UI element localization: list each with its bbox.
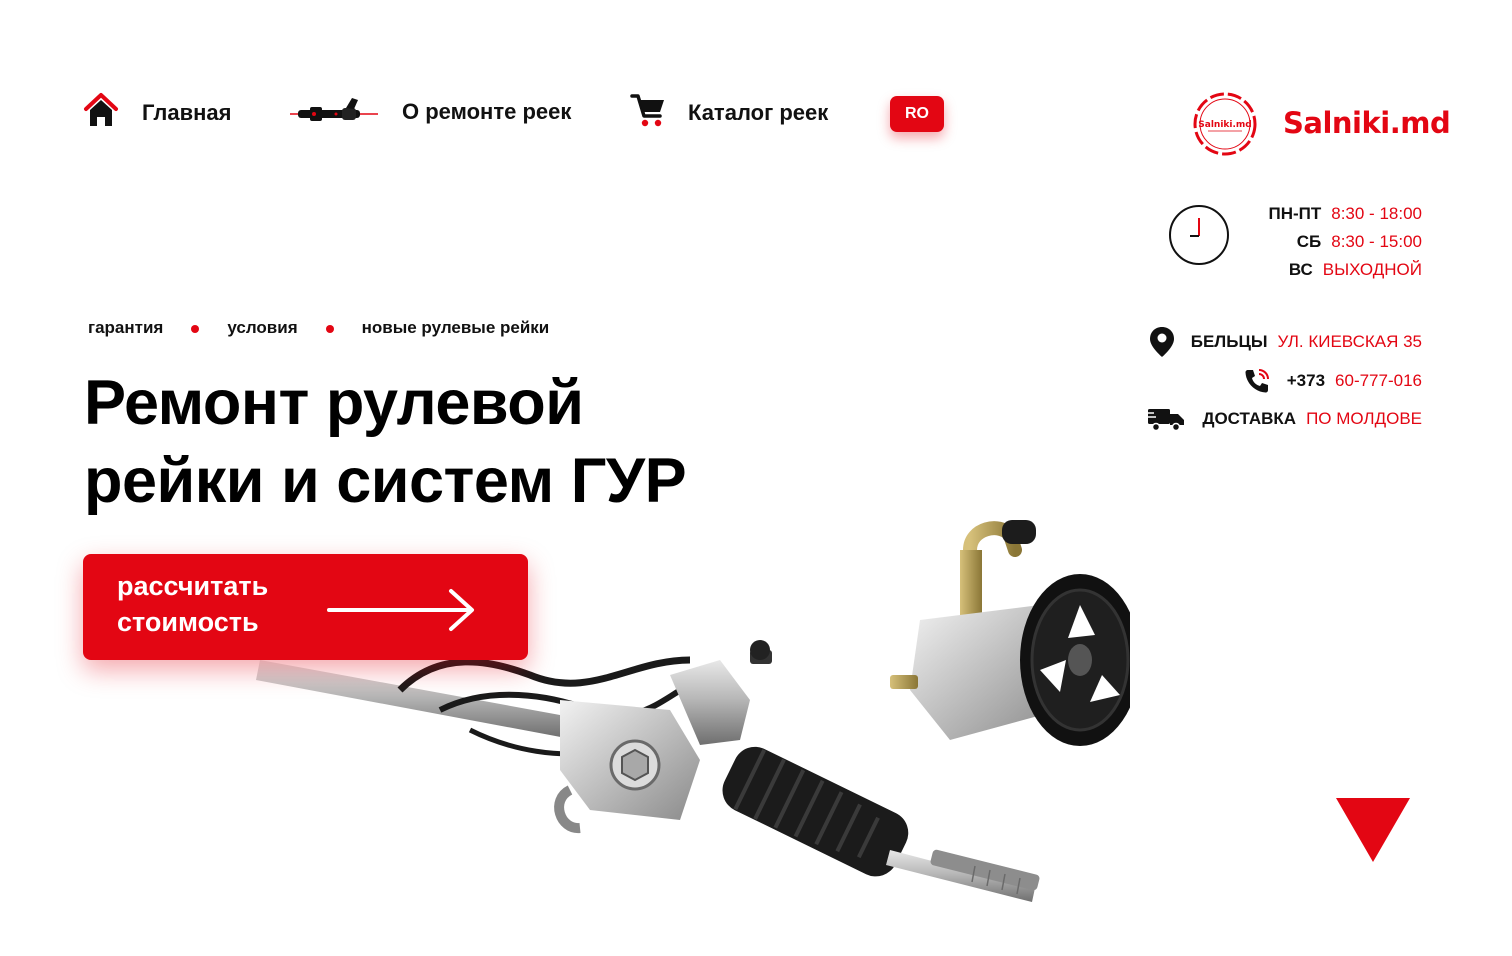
logo-text[interactable]: Salniki.md — [1283, 106, 1451, 140]
calculate-cost-button[interactable]: рассчитать стоимость — [83, 554, 528, 660]
cta-label-line: стоимость — [117, 607, 259, 637]
hours-day: ВС — [1288, 260, 1313, 279]
triangle-down-icon[interactable] — [1336, 798, 1410, 862]
hero-title-line: рейки и систем ГУР — [84, 446, 687, 516]
hours-time: ВЫХОДНОЙ — [1322, 260, 1422, 279]
cart-icon — [630, 92, 666, 133]
address-value: УЛ. КИЕВСКАЯ 35 — [1277, 332, 1423, 351]
hours-row: ПН-ПТ 8:30 - 18:00 — [1268, 200, 1422, 228]
tag-separator — [191, 325, 200, 333]
contact-delivery: ДОСТАВКА ПО МОЛДОВЕ — [1146, 406, 1422, 432]
hours-day: СБ — [1296, 232, 1322, 251]
nav-catalog-label: Каталог реек — [688, 99, 829, 125]
language-switch-button[interactable]: RO — [890, 96, 944, 132]
cta-label-line: рассчитать — [117, 571, 269, 601]
nav-repair-label: О ремонте реек — [402, 98, 572, 124]
logo-badge[interactable]: Salniki.md — [1192, 91, 1258, 157]
clock-icon — [1168, 204, 1230, 266]
hero-title-line: Ремонт рулевой — [84, 368, 584, 438]
tag-item[interactable]: гарантия — [88, 318, 163, 338]
cta-label: рассчитать стоимость — [117, 568, 317, 640]
hours-time: 8:30 - 18:00 — [1331, 204, 1422, 223]
delivery-truck-icon — [1146, 406, 1186, 432]
phone-icon — [1243, 367, 1271, 395]
steering-rack-icon — [288, 92, 380, 131]
working-hours: ПН-ПТ 8:30 - 18:00 СБ 8:30 - 15:00 ВС ВЫ… — [1268, 200, 1422, 284]
logo-badge-text: Salniki.md — [1198, 120, 1251, 130]
hours-day: ПН-ПТ — [1268, 204, 1322, 223]
tag-item[interactable]: условия — [227, 318, 297, 338]
home-icon — [82, 92, 120, 133]
nav-catalog-link[interactable]: Каталог реек — [630, 92, 828, 133]
delivery-label: ДОСТАВКА — [1202, 409, 1297, 428]
location-pin-icon — [1149, 326, 1175, 358]
hours-time: 8:30 - 15:00 — [1331, 232, 1422, 251]
nav-repair-link[interactable]: О ремонте реек — [288, 92, 571, 131]
nav-home-link[interactable]: Главная — [82, 92, 231, 133]
hours-row: СБ 8:30 - 15:00 — [1268, 228, 1422, 256]
hero-title: Ремонт рулевой рейки и систем ГУР — [84, 364, 784, 520]
phone-number: 60-777-016 — [1335, 371, 1422, 390]
contact-phone[interactable]: +373 60-777-016 — [1243, 367, 1422, 395]
city-label: БЕЛЬЦЫ — [1190, 332, 1268, 351]
nav-home-label: Главная — [142, 99, 232, 125]
tag-separator — [325, 325, 334, 333]
tag-item[interactable]: новые рулевые рейки — [362, 318, 550, 338]
phone-code: +373 — [1286, 371, 1326, 390]
delivery-area: ПО МОЛДОВЕ — [1306, 409, 1422, 428]
arrow-right-icon — [327, 588, 477, 637]
feature-tags: гарантия условия новые рулевые рейки — [88, 318, 549, 338]
contact-address[interactable]: БЕЛЬЦЫ УЛ. КИЕВСКАЯ 35 — [1149, 326, 1422, 358]
hours-row: ВС ВЫХОДНОЙ — [1268, 256, 1422, 284]
